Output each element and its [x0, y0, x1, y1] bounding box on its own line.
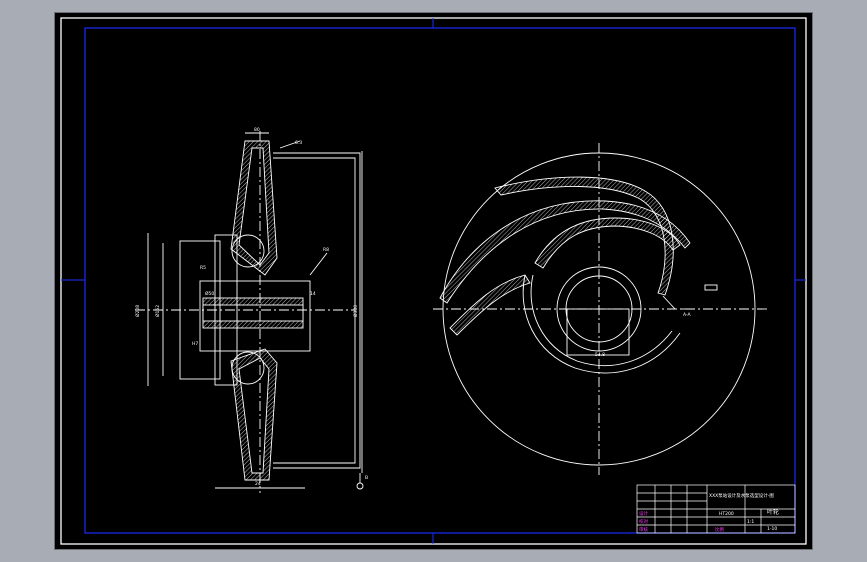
label-front-key: A-A — [683, 312, 692, 318]
label-r8: R8 — [323, 247, 329, 253]
title-sheet-code: 1-10 — [767, 526, 777, 532]
blade-4 — [449, 274, 531, 336]
section-view — [135, 131, 364, 493]
sheet-outer-frame — [60, 17, 807, 545]
cad-drawing: 80 Ø208 Ø152 Ø380 R5 R8 Ø50 14 H7 6.3 24… — [60, 17, 807, 545]
title-school-note: XXX泵站设计及水泵选型设计-图 — [709, 492, 774, 499]
inner-spiral — [522, 274, 681, 374]
label-roughness: 6.3 — [295, 140, 302, 146]
title-designer: 设计 — [639, 510, 648, 517]
title-scale: 1:1 — [747, 519, 754, 525]
datum-mark — [356, 482, 364, 490]
label-left-inner: Ø152 — [154, 305, 161, 317]
label-left-outer: Ø208 — [134, 305, 141, 317]
label-front-hub: 54.8 — [595, 352, 605, 358]
label-key: 14 — [310, 291, 316, 297]
keyway — [566, 308, 630, 356]
title-misc-label: 比例 — [715, 526, 724, 533]
title-drawing-name: 叶轮 — [767, 508, 779, 516]
label-r5: R5 — [200, 265, 206, 271]
blade-tip-leader — [662, 295, 676, 310]
drawing-viewport[interactable]: 80 Ø208 Ø152 Ø380 R5 R8 Ø50 14 H7 6.3 24… — [55, 13, 812, 549]
label-top-dim: 80 — [254, 127, 260, 133]
title-checker: 校对 — [639, 518, 648, 525]
blade-3 — [534, 217, 681, 269]
leader-hub — [309, 252, 328, 276]
title-approver: 审核 — [639, 526, 648, 533]
tolerance-box-front — [704, 284, 718, 291]
front-labels: 54.8 A-A — [595, 312, 692, 358]
hub-bore-inner — [202, 304, 304, 322]
inner-spiral-2 — [530, 274, 673, 367]
label-b: B — [365, 475, 368, 481]
label-hub-dim: Ø50 — [205, 290, 214, 297]
title-block-text: XXX泵站设计及水泵选型设计-图 HT200 叶轮 1:1 1-10 设计 校对… — [639, 492, 779, 533]
label-bottom-dim: 24 — [255, 481, 261, 487]
blade-1 — [439, 200, 691, 304]
title-material: HT200 — [719, 511, 734, 517]
sheet-inner-border — [84, 27, 796, 534]
label-right-outer: Ø380 — [352, 305, 359, 317]
label-bore-tol: H7 — [192, 341, 198, 347]
front-view — [433, 143, 767, 475]
